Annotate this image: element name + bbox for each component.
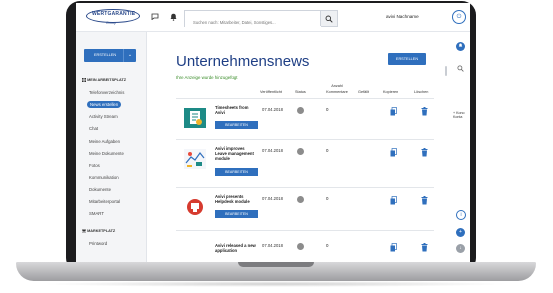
sidebar-item-printword[interactable]: Printword xyxy=(89,241,107,246)
search-box xyxy=(184,10,338,29)
status-indicator xyxy=(297,196,304,203)
row-comment-count: 0 xyxy=(326,196,329,201)
main-content: Unternehmensnews ERSTELLEN Ihre Anzeige … xyxy=(148,32,448,262)
top-bar: WERTGARANTIE Group avivi Nachname ⏻ xyxy=(76,3,470,32)
copy-icon[interactable] xyxy=(390,196,397,205)
search-icon xyxy=(325,15,333,23)
sidebar-item-create-news[interactable]: News erstellen xyxy=(87,101,122,108)
sidebar-item-employee-portal[interactable]: Mitarbeiterportal xyxy=(89,199,120,204)
row-comment-count: 0 xyxy=(326,243,329,248)
rail-contact-label[interactable]: + Kono Konta xyxy=(453,111,465,119)
row-date: 07.04.2018 xyxy=(262,243,283,248)
row-title-line: Helpdesk module xyxy=(215,199,250,204)
sidebar-item-communication[interactable]: Kommunikation xyxy=(89,175,119,180)
copy-icon[interactable] xyxy=(390,243,397,252)
news-thumbnail xyxy=(184,149,206,169)
section-label: MEIN ARBEITSPLATZ xyxy=(87,78,127,82)
logo-subtext: Group xyxy=(106,21,116,25)
sidebar-item-smart[interactable]: SMART xyxy=(89,211,104,216)
sidebar-create-label: ERSTELLEN xyxy=(94,53,117,57)
logo[interactable]: WERTGARANTIE Group xyxy=(86,9,144,27)
edit-button[interactable]: BEARBEITEN xyxy=(215,121,258,129)
status-indicator xyxy=(297,243,304,250)
grid-icon xyxy=(82,78,86,82)
rail-search-icon[interactable] xyxy=(457,59,464,77)
sidebar-item-my-documents[interactable]: Meine Dokumente xyxy=(89,151,124,156)
add-icon[interactable]: + xyxy=(456,228,465,237)
row-comment-count: 0 xyxy=(326,107,329,112)
col-delete[interactable]: Löschen xyxy=(414,90,428,94)
app-screen: WERTGARANTIE Group avivi Nachname ⏻ ERST… xyxy=(76,3,470,262)
section-label: MARKETPLATZ xyxy=(87,229,116,233)
trash-icon[interactable] xyxy=(421,243,428,252)
row-comment-count: 0 xyxy=(326,148,329,153)
sidebar-item-my-tasks[interactable]: Meine Aufgaben xyxy=(89,139,120,144)
trash-icon[interactable] xyxy=(421,196,428,205)
row-date: 07.04.2018 xyxy=(262,148,283,153)
download-icon[interactable]: ↓ xyxy=(456,244,465,253)
create-news-button[interactable]: ERSTELLEN xyxy=(388,53,426,65)
col-comments-line1[interactable]: Anzahl xyxy=(320,84,354,88)
search-input[interactable] xyxy=(185,16,321,29)
section-marketplace: MARKETPLATZ xyxy=(82,229,115,233)
table-row: Timesheets from Avivi BEARBEITEN 07.04.2… xyxy=(176,98,434,139)
bell-icon[interactable] xyxy=(170,13,177,23)
section-my-workplace: MEIN ARBEITSPLATZ xyxy=(82,78,126,82)
row-date: 07.04.2018 xyxy=(262,107,283,112)
copy-icon[interactable] xyxy=(390,107,397,116)
right-rail: i + ↓ xyxy=(449,32,470,262)
col-status[interactable]: Status xyxy=(295,90,306,94)
rail-contact-line: Konta xyxy=(453,115,463,119)
row-title-line: application xyxy=(215,248,238,253)
marketplace-icon xyxy=(82,229,86,233)
page-title: Unternehmensnews xyxy=(176,53,310,70)
power-icon[interactable]: ⏻ xyxy=(452,10,466,24)
laptop-shadow xyxy=(40,281,510,287)
sidebar-create-button[interactable]: ERSTELLEN ⌄ xyxy=(84,49,136,62)
sidebar-item-photos[interactable]: Fotos xyxy=(89,163,100,168)
row-title[interactable]: Timesheets from Avivi xyxy=(215,105,267,115)
info-icon[interactable]: i xyxy=(456,210,466,220)
scrollbar[interactable] xyxy=(445,66,447,76)
sidebar-item-documents[interactable]: Dokumente xyxy=(89,187,111,192)
user-name[interactable]: avivi Nachname xyxy=(386,14,419,19)
col-copy[interactable]: Kopieren xyxy=(383,90,398,94)
sidebar-item-phonebook[interactable]: Telefonverzeichnis xyxy=(89,90,124,95)
trash-icon[interactable] xyxy=(421,148,428,157)
edit-button[interactable]: BEARBEITEN xyxy=(215,210,258,218)
sidebar-item-chat[interactable]: Chat xyxy=(89,126,98,131)
success-message: Ihre Anzeige wurde hinzugefügt xyxy=(176,75,238,80)
col-liked[interactable]: Gefällt xyxy=(358,90,369,94)
row-title[interactable]: Avivi presents Helpdesk module xyxy=(215,194,267,204)
table-row: Avivi released a new application 07.04.2… xyxy=(176,230,434,262)
search-button[interactable] xyxy=(320,11,337,26)
status-indicator xyxy=(297,107,304,114)
sidebar: ERSTELLEN ⌄ MEIN ARBEITSPLATZ Telefonver… xyxy=(76,32,147,262)
row-date: 07.04.2018 xyxy=(262,196,283,201)
status-indicator xyxy=(297,148,304,155)
trash-icon[interactable] xyxy=(421,107,428,116)
sidebar-item-activity-stream[interactable]: Activity Stream xyxy=(89,114,118,119)
chevron-down-icon[interactable]: ⌄ xyxy=(123,49,136,62)
news-thumbnail xyxy=(184,197,206,217)
copy-icon[interactable] xyxy=(390,148,397,157)
row-title-line: module xyxy=(215,156,230,161)
row-title-line: Avivi xyxy=(215,110,225,115)
logo-text: WERTGARANTIE xyxy=(92,11,136,17)
edit-button[interactable]: BEARBEITEN xyxy=(215,168,258,176)
row-title[interactable]: Avivi improves Leave management module xyxy=(215,146,267,161)
news-thumbnail xyxy=(184,108,206,128)
table-row: Avivi presents Helpdesk module BEARBEITE… xyxy=(176,187,434,230)
notification-icon[interactable] xyxy=(456,42,465,51)
col-comments-line2[interactable]: Kommentare xyxy=(320,90,354,94)
col-published[interactable]: Veröffentlicht xyxy=(260,90,282,94)
table-row: Avivi improves Leave management module B… xyxy=(176,139,434,187)
laptop-notch xyxy=(238,262,314,267)
chat-icon[interactable] xyxy=(151,13,159,22)
